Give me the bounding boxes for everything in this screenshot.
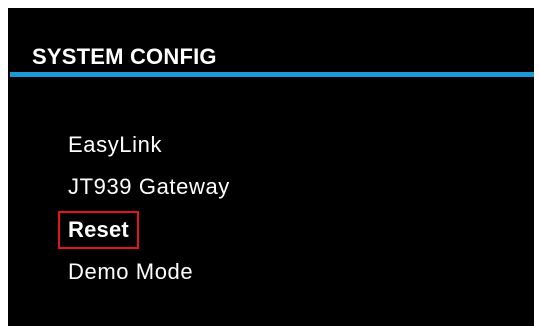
menu-item-reset[interactable]: Reset	[58, 211, 139, 249]
config-screen: SYSTEM CONFIG EasyLink JT939 Gateway Res…	[8, 8, 534, 326]
menu-item-easylink[interactable]: EasyLink	[58, 126, 172, 164]
menu-item-jt939-gateway[interactable]: JT939 Gateway	[58, 168, 240, 206]
page-title: SYSTEM CONFIG	[32, 44, 217, 69]
header-divider	[10, 72, 534, 77]
menu-item-demo-mode[interactable]: Demo Mode	[58, 253, 203, 291]
